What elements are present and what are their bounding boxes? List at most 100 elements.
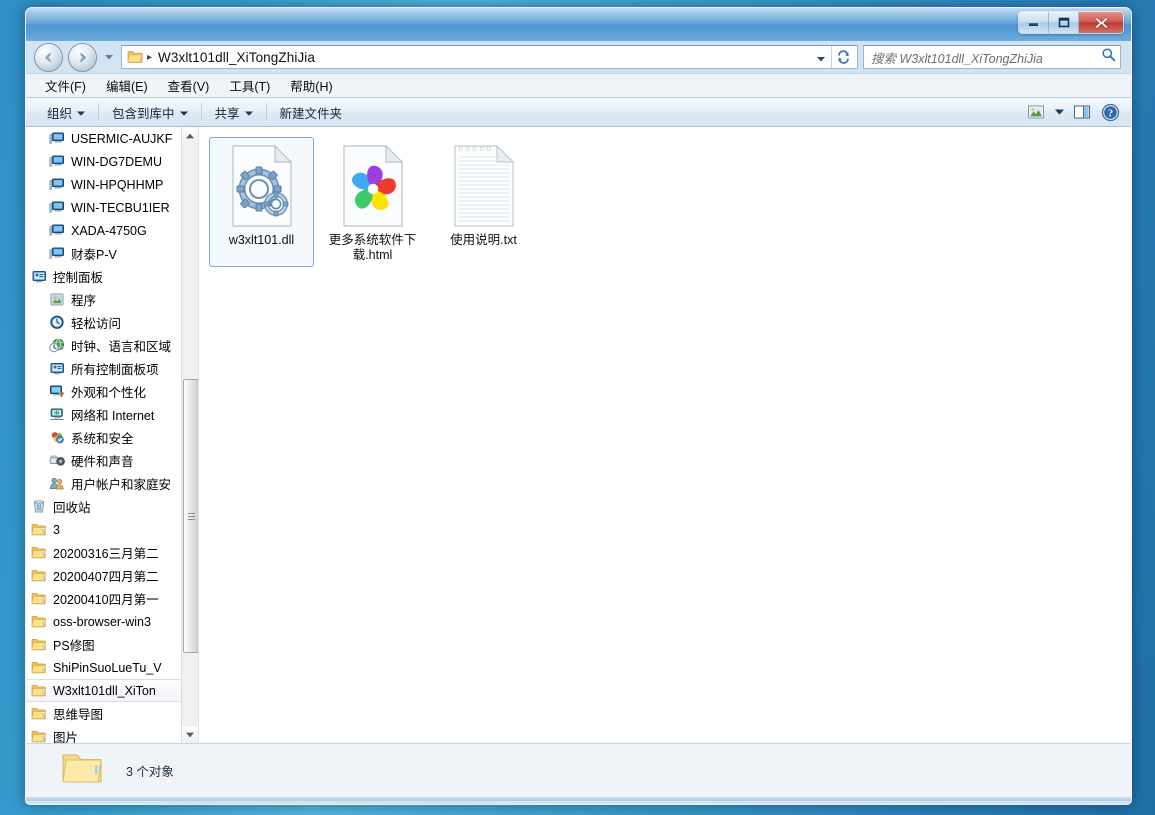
sidebar-item-label: 20200316三月第二 <box>53 547 159 561</box>
sidebar-item-15[interactable]: 用户帐户和家庭安 <box>26 472 184 495</box>
sidebar-item-label: 用户帐户和家庭安 <box>71 478 172 492</box>
search-input[interactable]: 搜索 W3xlt101dll_XiTongZhiJia <box>871 48 1101 67</box>
hardware-sound-icon <box>48 453 66 469</box>
recent-pages-dropdown[interactable] <box>102 46 116 68</box>
sidebar-item-22[interactable]: PS修图 <box>26 633 184 656</box>
folder-icon <box>30 683 48 699</box>
file-list-pane[interactable]: w3xlt101.dll 更多系统软件下载.html 使用说明.txt <box>203 127 1131 743</box>
sidebar-item-19[interactable]: 20200407四月第二 <box>26 564 184 587</box>
sidebar-item-23[interactable]: ShiPinSuoLueTu_V <box>26 656 184 679</box>
share-button[interactable]: 共享 <box>206 100 262 125</box>
sidebar-item-18[interactable]: 20200316三月第二 <box>26 541 184 564</box>
folder-icon <box>30 522 48 538</box>
sidebar-item-11[interactable]: 外观和个性化 <box>26 380 184 403</box>
folder-icon <box>127 50 143 64</box>
menu-file[interactable]: 文件(F) <box>36 73 95 98</box>
sidebar-item-20[interactable]: 20200410四月第一 <box>26 587 184 610</box>
search-icon[interactable] <box>1101 47 1116 67</box>
sidebar-item-0[interactable]: USERMIC-AUJKF <box>26 127 184 150</box>
command-toolbar: 组织 包含到库中 共享 新建文件夹 ? <box>26 97 1131 127</box>
sidebar-item-label: 轻松访问 <box>71 317 122 331</box>
file-item[interactable]: 更多系统软件下载.html <box>320 137 425 267</box>
organize-label: 组织 <box>47 106 73 121</box>
address-bar[interactable]: ▸ W3xlt101dll_XiTongZhiJia <box>121 45 858 69</box>
back-button[interactable] <box>34 42 63 72</box>
sidebar-item-13[interactable]: 系统和安全 <box>26 426 184 449</box>
preview-pane-icon[interactable] <box>1069 101 1095 123</box>
chevron-down-icon[interactable] <box>813 50 829 65</box>
scroll-up-button[interactable] <box>182 127 198 144</box>
include-in-library-button[interactable]: 包含到库中 <box>103 100 197 125</box>
window-controls <box>1018 11 1124 34</box>
breadcrumb-separator: ▸ <box>147 51 153 63</box>
menu-view[interactable]: 查看(V) <box>159 73 219 98</box>
computer-icon <box>48 246 66 262</box>
scrollbar-thumb[interactable] <box>183 379 198 653</box>
sidebar-item-7[interactable]: 程序 <box>26 288 184 311</box>
maximize-button[interactable] <box>1049 12 1079 33</box>
folder-icon <box>30 545 48 561</box>
folder-large-icon <box>60 749 104 792</box>
close-button[interactable] <box>1079 12 1123 33</box>
folder-tree: USERMIC-AUJKF WIN-DG7DEMU WIN-HPQHHMP WIN-T… <box>26 127 184 743</box>
sidebar-item-label: 20200410四月第一 <box>53 593 159 607</box>
breadcrumb-path[interactable]: W3xlt101dll_XiTongZhiJia <box>158 50 315 65</box>
sidebar-item-3[interactable]: WIN-TECBU1IER <box>26 196 184 219</box>
sidebar-item-2[interactable]: WIN-HPQHHMP <box>26 173 184 196</box>
sidebar-item-21[interactable]: oss-browser-win3 <box>26 610 184 633</box>
sidebar-item-25[interactable]: 思维导图 <box>26 702 184 725</box>
sidebar-item-label: 回收站 <box>53 501 91 515</box>
search-box[interactable]: 搜索 W3xlt101dll_XiTongZhiJia <box>863 45 1121 69</box>
sidebar-item-label: 时钟、语言和区域 <box>71 340 172 354</box>
refresh-icon[interactable] <box>831 46 854 68</box>
sidebar-item-9[interactable]: 时钟、语言和区域 <box>26 334 184 357</box>
computer-icon <box>48 223 66 239</box>
programs-icon <box>48 292 66 308</box>
sidebar-item-5[interactable]: 财泰P-V <box>26 242 184 265</box>
organize-button[interactable]: 组织 <box>38 100 94 125</box>
include-in-library-label: 包含到库中 <box>112 106 175 121</box>
folder-icon <box>30 706 48 722</box>
file-item[interactable]: 使用说明.txt <box>431 137 536 267</box>
new-folder-button[interactable]: 新建文件夹 <box>271 100 352 125</box>
toolbar-right-group: ? <box>1023 101 1123 123</box>
menu-edit[interactable]: 编辑(E) <box>97 73 157 98</box>
forward-button[interactable] <box>68 42 97 72</box>
file-name-label: w3xlt101.dll <box>228 233 295 247</box>
share-label: 共享 <box>214 106 240 121</box>
sidebar-item-1[interactable]: WIN-DG7DEMU <box>26 150 184 173</box>
sidebar-item-14[interactable]: 硬件和声音 <box>26 449 184 472</box>
file-name-label: 使用说明.txt <box>450 233 517 247</box>
item-count-label: 3 个对象 <box>126 765 174 779</box>
sidebar-item-label: ShiPinSuoLueTu_V <box>53 660 162 675</box>
menu-help[interactable]: 帮助(H) <box>281 73 341 98</box>
file-item[interactable]: w3xlt101.dll <box>209 137 314 267</box>
toolbar-separator <box>98 103 100 121</box>
folder-icon <box>30 729 48 744</box>
nav-scrollbar[interactable] <box>181 127 198 743</box>
file-items: w3xlt101.dll 更多系统软件下载.html 使用说明.txt <box>209 137 1131 273</box>
minimize-button[interactable] <box>1019 12 1049 33</box>
sidebar-item-label: 网络和 Internet <box>71 409 155 423</box>
sidebar-item-10[interactable]: 所有控制面板项 <box>26 357 184 380</box>
sidebar-item-label: WIN-HPQHHMP <box>71 177 164 192</box>
help-icon[interactable]: ? <box>1097 101 1123 123</box>
navigation-pane[interactable]: USERMIC-AUJKF WIN-DG7DEMU WIN-HPQHHMP WIN-T… <box>26 127 199 743</box>
menu-tools[interactable]: 工具(T) <box>220 73 279 98</box>
sidebar-item-26[interactable]: 图片 <box>26 725 184 743</box>
view-layout-dropdown[interactable] <box>1051 101 1067 123</box>
user-accounts-icon <box>48 476 66 492</box>
sidebar-item-6[interactable]: 控制面板 <box>26 265 184 288</box>
sidebar-item-label: PS修图 <box>53 639 95 653</box>
sidebar-item-12[interactable]: 网络和 Internet <box>26 403 184 426</box>
sidebar-item-label: W3xlt101dll_XiTon <box>53 683 156 698</box>
view-layout-icon[interactable] <box>1023 101 1049 123</box>
sidebar-item-4[interactable]: XADA-4750G <box>26 219 184 242</box>
sidebar-item-17[interactable]: 3 <box>26 518 184 541</box>
network-internet-icon <box>48 407 66 423</box>
sidebar-item-16[interactable]: 回收站 <box>26 495 184 518</box>
scroll-down-button[interactable] <box>182 726 198 743</box>
sidebar-item-24[interactable]: W3xlt101dll_XiTon <box>26 679 184 702</box>
text-document-icon <box>447 142 521 230</box>
sidebar-item-8[interactable]: 轻松访问 <box>26 311 184 334</box>
